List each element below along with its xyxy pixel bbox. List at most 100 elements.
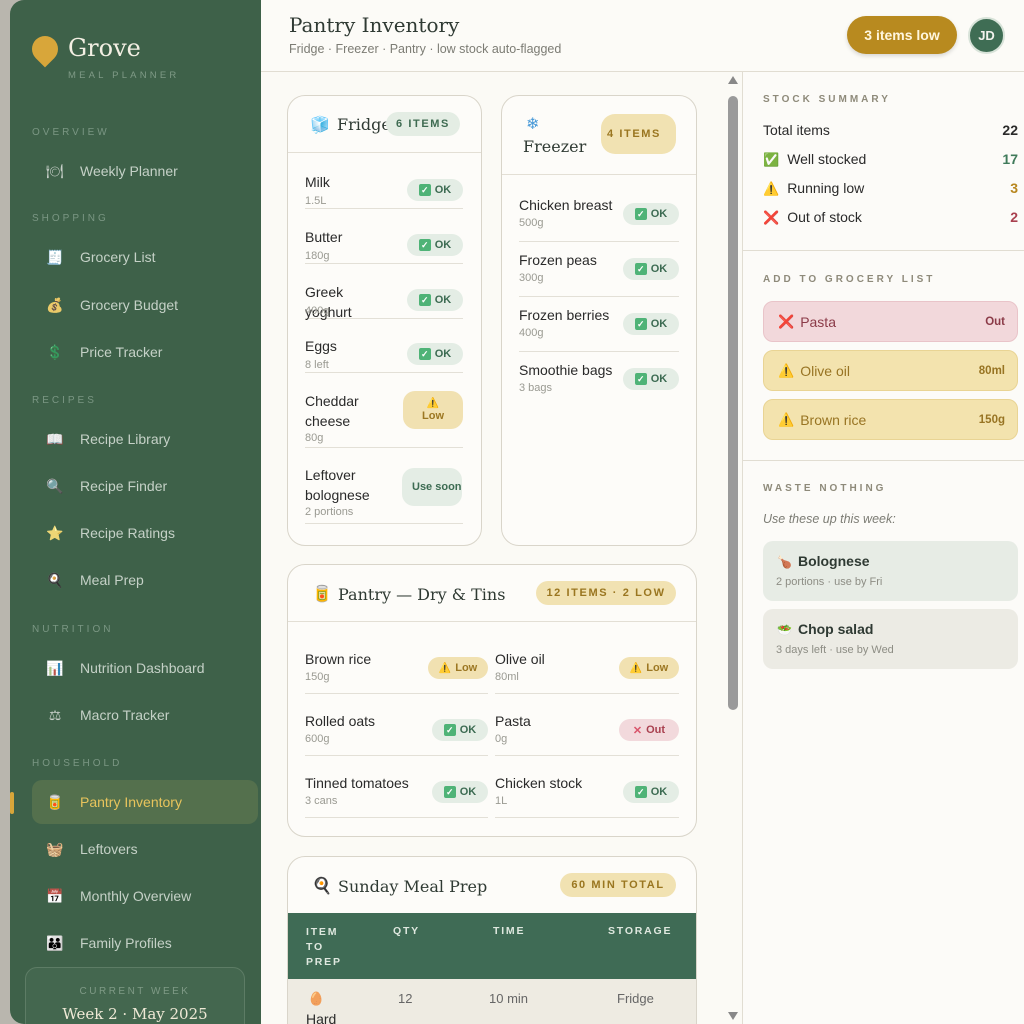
check-icon: ✓: [634, 373, 647, 385]
sidebar-item-grocery-list[interactable]: 🧾 Grocery List: [32, 235, 258, 279]
grocery-item-pasta[interactable]: ❌ Pasta Out: [763, 301, 1018, 342]
avatar[interactable]: JD: [968, 17, 1005, 54]
fridge-card-header: 🧊 Fridge 6 ITEMS: [288, 96, 481, 153]
bolognese-icon: 🍗: [777, 555, 792, 569]
ice-cube-icon: 🧊: [310, 117, 330, 134]
list-item[interactable]: Greek yoghurt 400g ✓ OK: [305, 265, 463, 320]
item-name: Frozen peas: [519, 252, 597, 268]
status-label: OK: [459, 786, 477, 798]
meal-prep-icon: 🍳: [46, 571, 64, 588]
scrollbar[interactable]: [726, 76, 740, 1024]
waste-note: Use these up this week:: [763, 512, 896, 526]
nav-section-household: HOUSEHOLD: [32, 758, 123, 769]
sidebar-item-recipe-ratings[interactable]: ⭐ Recipe Ratings: [32, 511, 258, 555]
freezer-title: Freezer: [523, 137, 587, 156]
item-qty: 3 cans: [305, 795, 338, 807]
list-item[interactable]: Brown rice 150g ⚠️ Low: [305, 641, 488, 694]
list-item[interactable]: Rolled oats 600g ✓ OK: [305, 703, 488, 756]
cross-icon: ❌: [778, 313, 795, 329]
sidebar-item-label: Meal Prep: [80, 572, 144, 588]
sidebar-item-label: Recipe Library: [80, 431, 171, 447]
sidebar-item-recipe-library[interactable]: 📖 Recipe Library: [32, 417, 258, 461]
sidebar-item-leftovers[interactable]: 🧺 Leftovers: [32, 827, 258, 871]
meal-prep-header: 🍳 Sunday Meal Prep 60 MIN TOTAL: [288, 857, 696, 914]
sidebar-item-monthly-overview[interactable]: 📅 Monthly Overview: [32, 874, 258, 918]
warning-icon: ⚠️: [438, 662, 452, 674]
column-header-item: ITEM TO PREP: [306, 926, 342, 968]
status-label: Low: [455, 662, 478, 674]
item-qty: 1.5L: [305, 195, 327, 207]
sidebar-item-macro-tracker[interactable]: ⚖ Macro Tracker: [32, 693, 258, 737]
list-item[interactable]: Leftover bolognese 2 portions Use soon: [305, 448, 463, 524]
waste-item-title: 🥗 Chop salad: [777, 621, 873, 637]
sidebar-item-meal-prep[interactable]: 🍳 Meal Prep: [32, 558, 258, 602]
meal-prep-table-header: ITEM TO PREP QTY TIME STORAGE: [288, 913, 696, 979]
list-item[interactable]: Olive oil 80ml ⚠️ Low: [495, 641, 679, 694]
current-week-label: CURRENT WEEK: [79, 986, 191, 997]
sidebar-item-label: Price Tracker: [80, 344, 163, 360]
check-icon: ✓: [418, 348, 431, 360]
summary-row-total-items: Total items 22: [763, 122, 1018, 144]
list-item[interactable]: Chicken stock 1L ✓ OK: [495, 765, 679, 818]
sidebar-item-label: Pantry Inventory: [80, 794, 182, 810]
sidebar-item-recipe-finder[interactable]: 🔍 Recipe Finder: [32, 464, 258, 508]
low-items-button[interactable]: 3 items low: [847, 16, 957, 54]
summary-label-text: Well stocked: [787, 151, 867, 167]
item-name: Chicken breast: [519, 197, 613, 213]
status-badge: ✓ OK: [407, 234, 463, 256]
list-item[interactable]: Tinned tomatoes 3 cans ✓ OK: [305, 765, 488, 818]
waste-item-subtitle: 3 days left · use by Wed: [776, 644, 894, 656]
list-item[interactable]: Frozen berries 400g ✓ OK: [519, 297, 679, 352]
list-item[interactable]: Smoothie bags 3 bags ✓ OK: [519, 352, 679, 407]
sidebar-item-weekly-planner[interactable]: 🍽 Weekly Planner: [32, 149, 258, 193]
page-title: Pantry Inventory: [289, 13, 460, 37]
list-item[interactable]: Chicken breast 500g ✓ OK: [519, 187, 679, 242]
scroll-down-arrow-icon[interactable]: [728, 1012, 738, 1020]
brand-name: Grove: [68, 34, 141, 62]
summary-label: ❌ Out of stock: [763, 209, 862, 226]
sidebar-item-label: Recipe Finder: [80, 478, 168, 494]
scroll-up-arrow-icon[interactable]: [728, 76, 738, 84]
item-name: Olive oil: [495, 651, 545, 667]
grocery-list-icon: 🧾: [46, 248, 64, 265]
table-row[interactable]: 🥚 Hard 12 10 min Fridge: [288, 979, 696, 1024]
sidebar-item-nutrition-dashboard[interactable]: 📊 Nutrition Dashboard: [32, 646, 258, 690]
list-item[interactable]: Pasta 0g ✕ Out: [495, 703, 679, 756]
logo-pin-icon: [26, 30, 64, 68]
sidebar-item-family-profiles[interactable]: 👪 Family Profiles: [32, 921, 258, 965]
grocery-item-name: Pasta: [800, 313, 836, 330]
item-qty: 400g: [305, 305, 330, 317]
meal-prep-title: Sunday Meal Prep: [338, 877, 488, 896]
grocery-item-olive-oil[interactable]: ⚠️ Olive oil 80ml: [763, 350, 1018, 391]
item-qty: 8 left: [305, 359, 329, 371]
sidebar-item-price-tracker[interactable]: 💲 Price Tracker: [32, 330, 258, 374]
item-name: Rolled oats: [305, 713, 376, 729]
summary-value: 2: [1010, 209, 1018, 225]
list-item[interactable]: Frozen peas 300g ✓ OK: [519, 242, 679, 297]
list-item[interactable]: Cheddar cheese 80g ⚠️ Low: [305, 374, 463, 448]
check-icon: ✓: [418, 184, 431, 196]
meal-prep-icon: 🍳: [312, 878, 332, 895]
waste-item-name: Bolognese: [797, 553, 870, 569]
status-label: OK: [650, 263, 668, 275]
waste-item-chop-salad[interactable]: 🥗 Chop salad 3 days left · use by Wed: [763, 609, 1018, 669]
grocery-item-brown-rice[interactable]: ⚠️ Brown rice 150g: [763, 399, 1018, 440]
status-badge: ⚠️ Low: [428, 657, 488, 679]
scrollbar-thumb[interactable]: [728, 96, 738, 710]
list-item[interactable]: Milk 1.5L ✓ OK: [305, 155, 463, 209]
list-item[interactable]: Butter 180g ✓ OK: [305, 210, 463, 264]
waste-item-bolognese[interactable]: 🍗 Bolognese 2 portions · use by Fri: [763, 541, 1018, 601]
egg-icon: 🥚: [308, 991, 325, 1006]
item-qty: 500g: [519, 217, 544, 229]
sidebar-item-grocery-budget[interactable]: 💰 Grocery Budget: [32, 283, 258, 327]
list-item[interactable]: Eggs 8 left ✓ OK: [305, 319, 463, 373]
family-profiles-icon: 👪: [46, 934, 64, 951]
pantry-card-header: 🥫 Pantry — Dry & Tins 12 ITEMS · 2 LOW: [288, 565, 696, 622]
recipe-library-icon: 📖: [46, 430, 64, 447]
sidebar-item-pantry-inventory[interactable]: 🥫 Pantry Inventory: [32, 780, 258, 824]
item-name: Milk: [305, 174, 330, 190]
current-week-value: Week 2 · May 2025: [62, 1005, 208, 1023]
recipe-ratings-icon: ⭐: [46, 524, 64, 541]
cell-item: Hard: [306, 1011, 337, 1024]
status-label: OK: [650, 373, 668, 385]
